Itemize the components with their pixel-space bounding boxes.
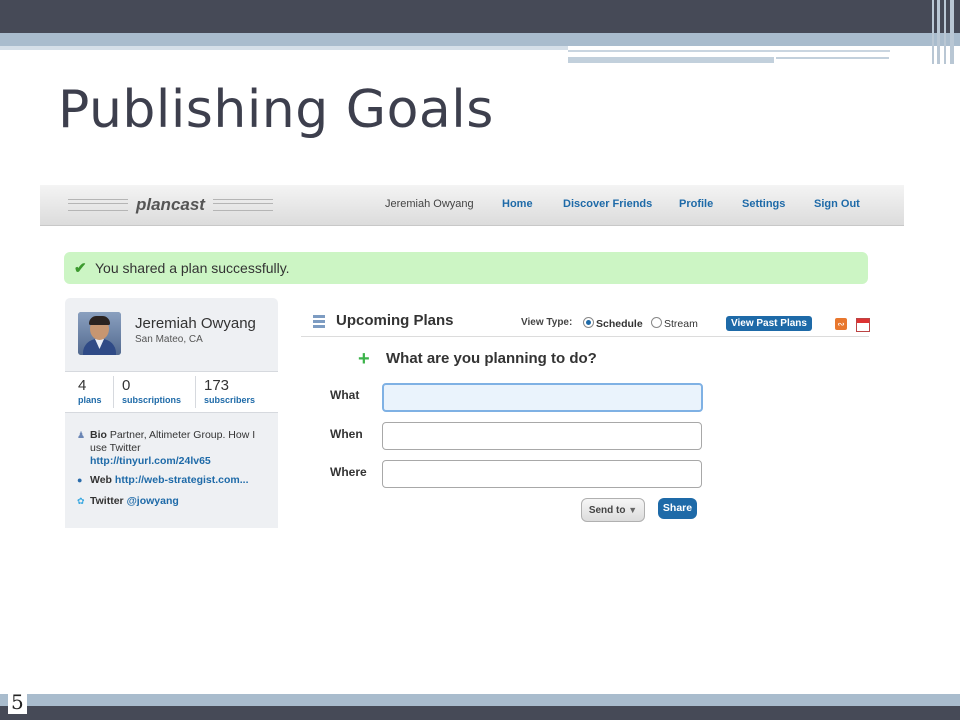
profile-card: Jeremiah Owyang San Mateo, CA 4 plans 0 … <box>65 298 278 528</box>
slide-title: Publishing Goals <box>58 80 494 140</box>
plans-header: Upcoming Plans View Type: Schedule Strea… <box>301 308 870 337</box>
logo-block: plancast <box>68 193 273 217</box>
slide-number: 5 <box>8 690 27 714</box>
stat-subscriptions[interactable]: 0 subscriptions <box>122 377 181 405</box>
stat-label: subscribers <box>204 395 256 405</box>
logo-decoration <box>68 199 128 211</box>
stat-subscribers[interactable]: 173 subscribers <box>204 377 255 405</box>
list-icon <box>313 315 325 328</box>
app-navbar: plancast Jeremiah Owyang Home Discover F… <box>40 185 904 226</box>
view-type-label: View Type: <box>521 317 573 328</box>
slide-top-accent <box>0 33 960 46</box>
nav-link-profile[interactable]: Profile <box>679 198 713 210</box>
profile-web: ● Web http://web-strategist.com... <box>77 474 249 487</box>
where-label: Where <box>330 465 367 479</box>
nav-link-settings[interactable]: Settings <box>742 198 785 210</box>
web-label: Web <box>90 474 112 486</box>
bio-text-cont: use Twitter <box>90 442 141 454</box>
profile-twitter: ✿ Twitter @jowyang <box>77 495 179 508</box>
plan-question: What are you planning to do? <box>386 350 597 367</box>
profile-bio: ♟ Bio Partner, Altimeter Group. How I use… <box>77 429 255 468</box>
slide-bottom-bar <box>0 706 960 720</box>
slide-top-bar <box>0 0 960 33</box>
send-to-dropdown[interactable]: Send to ▼ <box>581 498 645 522</box>
option-label: Schedule <box>596 318 643 330</box>
nav-link-home[interactable]: Home <box>502 198 533 210</box>
stat-label: plans <box>78 395 102 405</box>
when-label: When <box>330 427 363 441</box>
divider <box>113 376 114 408</box>
view-option-schedule[interactable]: Schedule <box>583 317 643 330</box>
stat-label: subscriptions <box>122 395 182 405</box>
chevron-down-icon: ▼ <box>628 505 638 515</box>
bio-label: Bio <box>90 429 107 441</box>
avatar[interactable] <box>78 312 121 355</box>
web-link[interactable]: http://web-strategist.com... <box>115 474 249 486</box>
app-logo[interactable]: plancast <box>136 195 205 215</box>
slide-top-accent-thin <box>0 46 570 50</box>
stat-value: 0 <box>122 377 131 394</box>
divider <box>195 376 196 408</box>
stat-value: 4 <box>78 377 87 394</box>
slide-top-step-line <box>568 50 890 52</box>
when-input[interactable] <box>382 422 702 450</box>
send-to-label: Send to <box>588 505 626 516</box>
stat-plans[interactable]: 4 plans <box>78 377 102 405</box>
calendar-icon[interactable] <box>856 318 870 332</box>
nav-link-sign-out[interactable]: Sign Out <box>814 198 860 210</box>
profile-name[interactable]: Jeremiah Owyang <box>135 315 256 332</box>
what-input[interactable] <box>382 383 703 412</box>
bio-text: Partner, Altimeter Group. How I <box>109 429 256 441</box>
success-message: You shared a plan successfully. <box>95 260 290 276</box>
plus-icon: + <box>358 348 370 370</box>
profile-location: San Mateo, CA <box>135 334 203 345</box>
success-notice: ✔ You shared a plan successfully. <box>64 252 868 284</box>
logo-decoration <box>212 199 273 211</box>
twitter-label: Twitter <box>90 495 124 507</box>
nav-link-discover-friends[interactable]: Discover Friends <box>563 198 652 210</box>
where-input[interactable] <box>382 460 702 488</box>
radio-unselected-icon[interactable] <box>651 317 662 328</box>
person-icon: ♟ <box>77 430 86 440</box>
checkmark-icon: ✔ <box>74 260 87 277</box>
slide-top-step-line <box>568 57 774 63</box>
bio-link[interactable]: http://tinyurl.com/24lv65 <box>90 455 211 467</box>
view-past-plans-button[interactable]: View Past Plans <box>726 316 812 331</box>
view-option-stream[interactable]: Stream <box>651 317 698 330</box>
nav-username: Jeremiah Owyang <box>385 198 474 210</box>
plans-title: Upcoming Plans <box>336 312 454 329</box>
twitter-handle[interactable]: @jowyang <box>127 495 179 507</box>
what-label: What <box>330 388 360 402</box>
share-button[interactable]: Share <box>658 498 697 519</box>
radio-selected-icon[interactable] <box>583 317 594 328</box>
option-label: Stream <box>664 318 698 330</box>
globe-icon: ● <box>77 475 83 485</box>
slide-corner-decoration <box>930 0 960 64</box>
slide-bottom-accent <box>0 694 960 706</box>
stat-value: 173 <box>204 377 230 394</box>
twitter-icon: ✿ <box>77 496 85 506</box>
rss-icon[interactable]: ∾ <box>835 318 847 330</box>
profile-stats: 4 plans 0 subscriptions 173 subscribers <box>65 371 278 413</box>
slide-top-step-line <box>776 57 889 59</box>
